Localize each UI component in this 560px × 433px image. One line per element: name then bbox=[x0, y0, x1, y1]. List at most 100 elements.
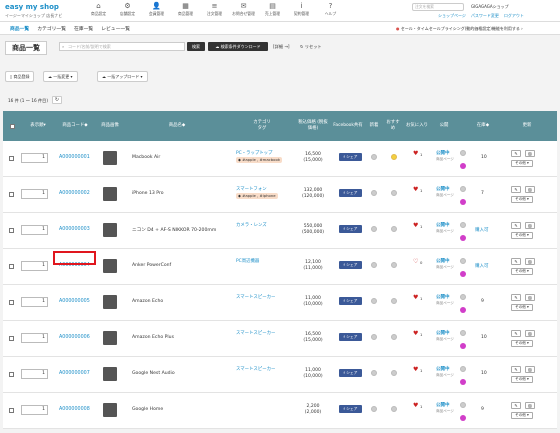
nav-item-1[interactable]: ⚙ 店舗設定 bbox=[113, 2, 142, 17]
sort-order-input[interactable]: 1 bbox=[21, 189, 48, 199]
product-code-link[interactable]: A000000003 bbox=[59, 227, 90, 232]
select-all-checkbox[interactable] bbox=[6, 111, 18, 141]
product-thumbnail[interactable] bbox=[103, 331, 117, 345]
nav-item-0[interactable]: ⌂ 商品設定 bbox=[84, 2, 113, 17]
category-link[interactable]: PC周辺機器 bbox=[236, 258, 259, 264]
shop-page-link[interactable]: ショップページ bbox=[438, 13, 466, 19]
col-stock[interactable]: 在庫 ◆ bbox=[473, 111, 493, 141]
order-search-input[interactable]: 注文を検索 bbox=[412, 3, 464, 11]
facebook-share-button[interactable]: f シェア bbox=[339, 297, 362, 305]
category-link[interactable]: スマートスピーカー bbox=[236, 330, 275, 336]
status-toggle[interactable] bbox=[460, 366, 466, 372]
nav-item-7[interactable]: i 契約管理 bbox=[287, 2, 316, 17]
col-name[interactable]: 商品名 ◆ bbox=[125, 111, 229, 141]
public-status[interactable]: 公開中 bbox=[436, 330, 450, 336]
new-toggle[interactable] bbox=[371, 298, 377, 304]
tab-category-list[interactable]: カテゴリ一覧 bbox=[37, 25, 66, 32]
product-thumbnail[interactable] bbox=[103, 187, 117, 201]
product-page-link[interactable]: 商品ページ bbox=[436, 229, 454, 234]
nav-item-2[interactable]: 👤 会員管理 bbox=[142, 2, 171, 17]
recommend-toggle[interactable] bbox=[391, 406, 397, 412]
recommend-toggle[interactable] bbox=[391, 370, 397, 376]
nav-item-5[interactable]: ✉ お問合せ管理 bbox=[229, 2, 258, 17]
public-status[interactable]: 公開中 bbox=[436, 366, 450, 372]
detail-link[interactable]: [詳細 →] bbox=[273, 44, 289, 50]
row-checkbox[interactable] bbox=[9, 300, 14, 305]
nav-item-3[interactable]: ▦ 商品管理 bbox=[171, 2, 200, 17]
facebook-share-button[interactable]: f シェア bbox=[339, 405, 362, 413]
image-button[interactable]: ▨ bbox=[525, 330, 535, 337]
row-checkbox[interactable] bbox=[9, 264, 14, 269]
sort-order-input[interactable]: 1 bbox=[21, 333, 48, 343]
col-category[interactable]: カテゴリ タグ bbox=[229, 111, 295, 141]
nav-item-4[interactable]: ≡ 注文管理 bbox=[200, 2, 229, 17]
recommend-toggle[interactable] bbox=[391, 226, 397, 232]
row-checkbox[interactable] bbox=[9, 408, 14, 413]
download-search-button[interactable]: ☁ 検索条件ダウンロード bbox=[208, 42, 268, 51]
recommend-toggle[interactable] bbox=[391, 262, 397, 268]
new-toggle[interactable] bbox=[371, 370, 377, 376]
edit-button[interactable]: ✎ bbox=[511, 330, 521, 337]
status-toggle[interactable] bbox=[460, 294, 466, 300]
status-toggle[interactable] bbox=[460, 150, 466, 156]
row-checkbox[interactable] bbox=[9, 336, 14, 341]
product-thumbnail[interactable] bbox=[103, 151, 117, 165]
other-menu-button[interactable]: その他 ▾ bbox=[511, 304, 533, 311]
edit-button[interactable]: ✎ bbox=[511, 366, 521, 373]
status-toggle[interactable] bbox=[460, 402, 466, 408]
product-code-link[interactable]: A000000006 bbox=[59, 335, 90, 340]
product-code-link[interactable]: A000000001 bbox=[59, 155, 90, 160]
tab-stock-list[interactable]: 在庫一覧 bbox=[74, 25, 93, 32]
nav-item-8[interactable]: ? ヘルプ bbox=[316, 2, 345, 17]
shop-name[interactable]: GIGAGAGAショップ bbox=[471, 4, 509, 10]
product-code-link[interactable]: A000000008 bbox=[59, 407, 90, 412]
row-checkbox[interactable] bbox=[9, 156, 14, 161]
product-page-link[interactable]: 商品ページ bbox=[436, 157, 454, 162]
bulk-upload-button[interactable]: ☁ 一括アップロード ▾ bbox=[97, 71, 148, 82]
product-page-link[interactable]: 商品ページ bbox=[436, 301, 454, 306]
category-link[interactable]: カメラ・レンズ bbox=[236, 222, 267, 228]
category-link[interactable]: スマートスピーカー bbox=[236, 294, 275, 300]
sort-order-input[interactable]: 1 bbox=[21, 153, 48, 163]
other-menu-button[interactable]: その他 ▾ bbox=[511, 232, 533, 239]
product-thumbnail[interactable] bbox=[103, 223, 117, 237]
reset-link[interactable]: ↻ リセット bbox=[300, 44, 322, 50]
edit-button[interactable]: ✎ bbox=[511, 402, 521, 409]
other-menu-button[interactable]: その他 ▾ bbox=[511, 268, 533, 275]
facebook-share-button[interactable]: f シェア bbox=[339, 153, 362, 161]
product-thumbnail[interactable] bbox=[103, 403, 117, 417]
checkbox[interactable] bbox=[9, 123, 15, 129]
status-toggle[interactable] bbox=[460, 222, 466, 228]
image-button[interactable]: ▨ bbox=[525, 222, 535, 229]
product-code-link[interactable]: A000000002 bbox=[59, 191, 90, 196]
sale-notice[interactable]: ● セール・タイムセールプライシング(動的価格設定)機能を利用する › bbox=[396, 26, 523, 32]
col-code[interactable]: 商品コード ◆ bbox=[55, 111, 95, 141]
recommend-toggle[interactable] bbox=[391, 190, 397, 196]
product-page-link[interactable]: 商品ページ bbox=[436, 337, 454, 342]
other-menu-button[interactable]: その他 ▾ bbox=[511, 412, 533, 419]
row-checkbox[interactable] bbox=[9, 192, 14, 197]
product-thumbnail[interactable] bbox=[103, 259, 117, 273]
image-button[interactable]: ▨ bbox=[525, 186, 535, 193]
refresh-button[interactable]: ↻ bbox=[52, 96, 62, 104]
new-toggle[interactable] bbox=[371, 262, 377, 268]
facebook-share-button[interactable]: f シェア bbox=[339, 261, 362, 269]
edit-button[interactable]: ✎ bbox=[511, 186, 521, 193]
facebook-share-button[interactable]: f シェア bbox=[339, 225, 362, 233]
new-toggle[interactable] bbox=[371, 406, 377, 412]
new-toggle[interactable] bbox=[371, 334, 377, 340]
status-toggle[interactable] bbox=[460, 258, 466, 264]
public-status[interactable]: 公開中 bbox=[436, 186, 450, 192]
recommend-toggle[interactable] bbox=[391, 298, 397, 304]
col-price[interactable]: 税込価格 (税抜価格) bbox=[297, 111, 329, 141]
recommend-toggle[interactable] bbox=[391, 154, 397, 160]
facebook-share-button[interactable]: f シェア bbox=[339, 369, 362, 377]
image-button[interactable]: ▨ bbox=[525, 366, 535, 373]
sort-order-input[interactable]: 1 bbox=[21, 405, 48, 415]
new-product-button[interactable]: ▯ 商品登録 bbox=[5, 71, 35, 82]
new-toggle[interactable] bbox=[371, 154, 377, 160]
product-page-link[interactable]: 商品ページ bbox=[436, 265, 454, 270]
sort-order-input[interactable]: 1 bbox=[21, 297, 48, 307]
public-status[interactable]: 公開中 bbox=[436, 222, 450, 228]
row-checkbox[interactable] bbox=[9, 228, 14, 233]
